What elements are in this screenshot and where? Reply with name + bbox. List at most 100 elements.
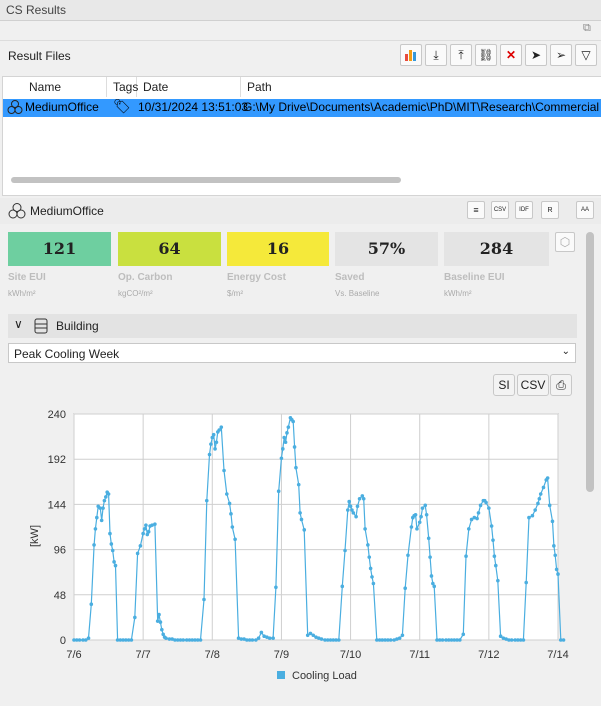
data-point: [530, 513, 535, 518]
data-point: [276, 489, 281, 494]
data-point: [299, 517, 304, 522]
report-icon[interactable]: ≡: [467, 201, 485, 219]
data-point: [89, 602, 94, 607]
data-point: [271, 636, 275, 640]
window-title: CS Results: [6, 3, 67, 17]
data-point: [409, 525, 414, 529]
model-icon: [7, 99, 23, 118]
col-name[interactable]: Name: [3, 77, 107, 97]
upload-icon[interactable]: ⤒: [450, 44, 472, 66]
legend-swatch: [277, 671, 285, 679]
data-point: [286, 425, 291, 429]
data-point: [343, 548, 347, 553]
data-point: [112, 560, 116, 564]
chevron-down-icon[interactable]: ∨: [14, 317, 23, 331]
data-point: [113, 563, 118, 568]
csv-file-icon[interactable]: CSV: [491, 201, 509, 219]
data-point: [363, 527, 367, 531]
data-point: [524, 580, 528, 585]
data-point: [550, 519, 555, 524]
data-point: [282, 435, 286, 440]
data-point: [552, 544, 556, 548]
data-point: [219, 425, 224, 429]
rdd-file-icon[interactable]: R: [541, 201, 559, 219]
data-point: [144, 523, 148, 527]
kpi-label: Saved: [335, 272, 365, 283]
tag-icon[interactable]: 🏷: [113, 98, 131, 115]
model-icon: [8, 202, 26, 223]
building-section-header[interactable]: ∨ Building: [8, 314, 577, 338]
data-point: [138, 544, 143, 548]
y-tick-label: 192: [48, 454, 66, 466]
select-cursor-icon[interactable]: ➤: [525, 44, 547, 66]
filter-icon[interactable]: ▽: [575, 44, 597, 66]
data-point: [440, 638, 445, 642]
data-point: [225, 492, 229, 496]
result-files-table: Name Tags Date Path MediumOffice 🏷 10/31…: [2, 76, 601, 196]
data-point: [464, 554, 468, 558]
x-tick-label: 7/8: [205, 649, 220, 661]
data-point: [298, 511, 302, 515]
table-row[interactable]: MediumOffice 🏷 10/31/2024 13:51:03 G:\My…: [3, 98, 601, 118]
data-point: [209, 442, 213, 446]
print-icon[interactable]: ⎙: [550, 374, 572, 396]
idf-file-icon[interactable]: IDF: [515, 201, 533, 219]
link-icon[interactable]: ⛓: [475, 44, 497, 66]
row-name: MediumOffice: [25, 100, 99, 114]
data-point: [227, 501, 232, 506]
csv-export-button[interactable]: CSV: [517, 374, 549, 396]
data-point: [476, 511, 481, 515]
cube-icon[interactable]: ⬡: [555, 232, 575, 252]
detail-model-name: MediumOffice: [30, 204, 104, 218]
data-point: [419, 514, 423, 519]
data-point: [561, 638, 566, 642]
popout-icon[interactable]: ⧉: [583, 22, 595, 34]
pointer-icon[interactable]: ➢: [550, 44, 572, 66]
data-point: [429, 574, 434, 578]
data-point: [536, 501, 540, 506]
data-point: [388, 638, 393, 642]
data-point: [157, 612, 161, 617]
y-tick-label: 96: [54, 545, 66, 557]
data-point: [415, 527, 419, 531]
y-tick-label: 144: [48, 499, 66, 511]
data-point: [108, 531, 112, 536]
legend-label: Cooling Load: [292, 670, 357, 682]
data-point: [357, 496, 362, 501]
data-point: [400, 633, 405, 638]
vertical-scrollbar[interactable]: [586, 232, 594, 492]
delete-icon[interactable]: ✕: [500, 44, 522, 66]
si-units-button[interactable]: SI: [493, 374, 515, 396]
data-point: [104, 495, 108, 499]
data-point: [467, 527, 471, 531]
horizontal-scrollbar[interactable]: [11, 177, 401, 183]
data-point: [153, 522, 157, 526]
data-point: [230, 525, 235, 529]
col-path[interactable]: Path: [241, 77, 601, 97]
kpi-saved: 57%: [335, 232, 438, 266]
x-tick-label: 7/11: [409, 649, 430, 661]
col-date[interactable]: Date: [137, 77, 241, 97]
col-tags[interactable]: Tags: [107, 77, 138, 97]
data-point: [101, 506, 105, 510]
data-point: [214, 440, 219, 445]
data-point: [420, 506, 425, 510]
data-point: [198, 638, 203, 642]
chart-period-dropdown[interactable]: Peak Cooling Week ⌄: [8, 343, 576, 363]
download-icon[interactable]: ⤓: [425, 44, 447, 66]
bar-chart-icon[interactable]: [400, 44, 422, 66]
y-tick-label: 0: [60, 635, 66, 647]
data-point: [204, 498, 209, 503]
data-point: [135, 551, 140, 556]
data-point: [527, 515, 531, 520]
results-file-icon[interactable]: AA: [576, 201, 594, 219]
data-point: [93, 527, 98, 531]
data-point: [417, 520, 422, 525]
data-point: [99, 518, 104, 523]
kpi-unit: kgCO²/m²: [118, 289, 153, 298]
data-point: [554, 567, 559, 572]
data-point: [92, 543, 96, 547]
data-point: [484, 500, 488, 505]
data-point: [521, 638, 526, 642]
data-point: [213, 447, 217, 451]
